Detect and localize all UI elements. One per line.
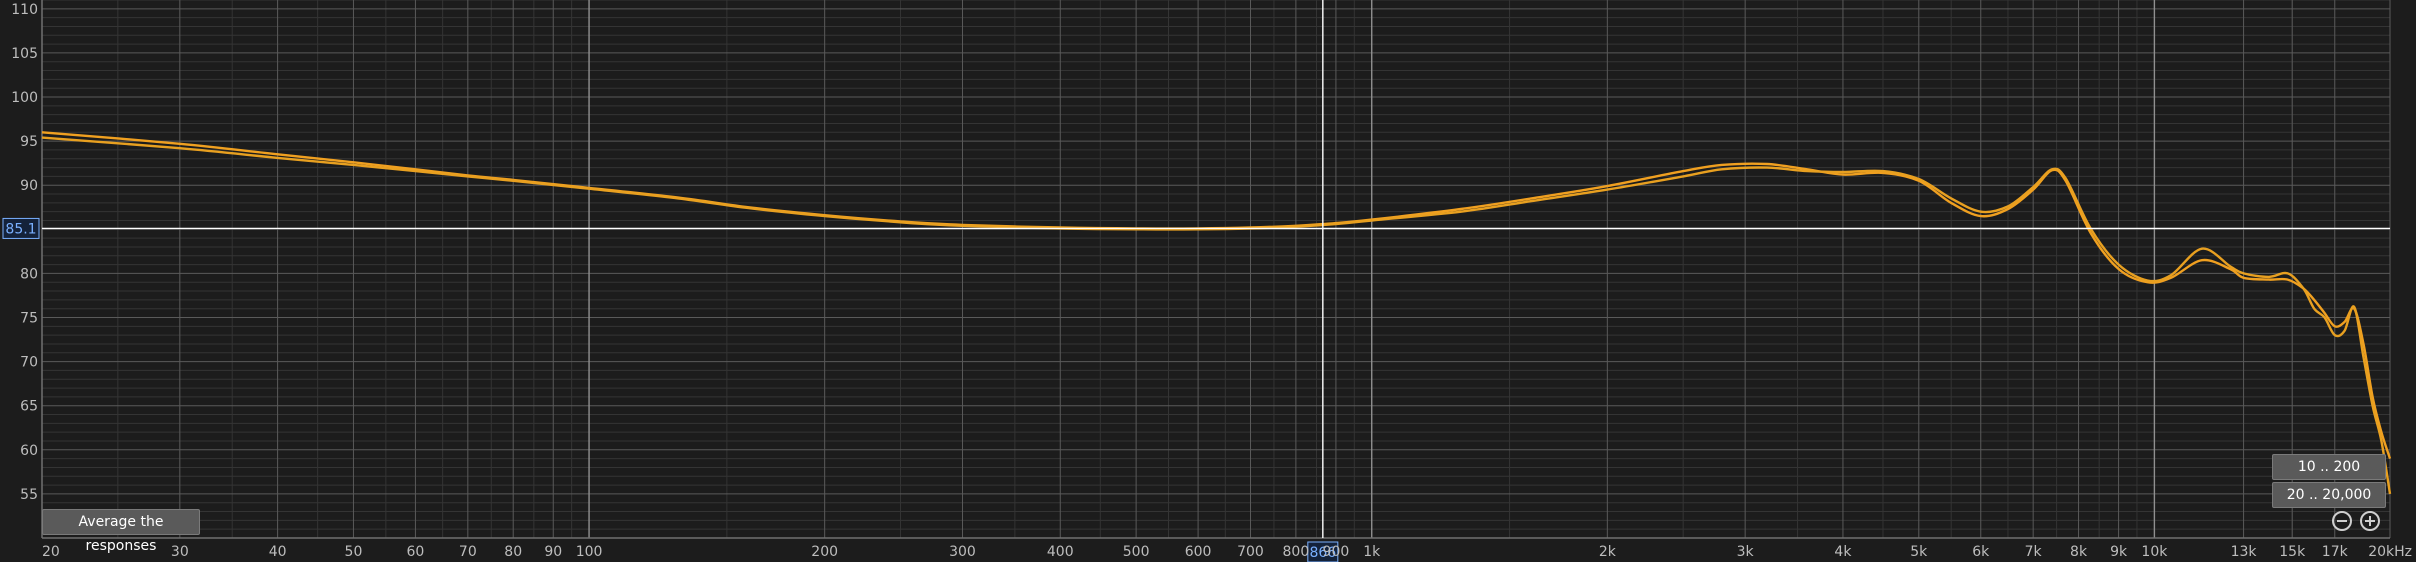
x-tick-label: 30 [171, 544, 189, 560]
y-tick-label: 110 [11, 2, 38, 18]
x-tick-label: 20 [42, 544, 60, 560]
y-tick-label: 75 [20, 311, 38, 327]
y-tick-label: 105 [11, 46, 38, 62]
x-tick-label: 70 [459, 544, 477, 560]
x-tick-label: 500 [1123, 544, 1150, 560]
x-tick-label: 13k [2231, 544, 2258, 560]
zoom-in-icon[interactable] [2360, 511, 2380, 531]
x-tick-label: 10k [2141, 544, 2168, 560]
x-tick-label: 7k [2025, 544, 2043, 560]
y-tick-label: 55 [20, 487, 38, 503]
range-20-20000-button[interactable]: 20 .. 20,000 [2272, 482, 2386, 508]
x-tick-label: 5k [1910, 544, 1928, 560]
x-tick-label: 40 [269, 544, 287, 560]
y-tick-label: 70 [20, 355, 38, 371]
x-tick-label: 17k [2322, 544, 2349, 560]
y-tick-label: 95 [20, 134, 38, 150]
x-tick-label: 1k [1363, 544, 1381, 560]
average-responses-button[interactable]: Average the responses [42, 509, 200, 554]
y-tick-label: 80 [20, 266, 38, 282]
x-tick-label: 20kHz [2368, 544, 2412, 560]
frequency-response-chart[interactable]: 85.1866 5560657075809095100105110 20 30 40… [0, 0, 2416, 562]
x-tick-label: 80 [504, 544, 522, 560]
x-tick-label: 3k [1737, 544, 1755, 560]
y-tick-label: 100 [11, 90, 38, 106]
x-tick-label: 8k [2070, 544, 2088, 560]
cursor-y-label: 85.1 [5, 221, 36, 237]
x-tick-label: 9k [2110, 544, 2128, 560]
x-tick-label: 60 [407, 544, 425, 560]
y-tick-label: 65 [20, 399, 38, 415]
x-tick-label: 300 [949, 544, 976, 560]
x-tick-label: 200 [811, 544, 838, 560]
x-tick-label: 700 [1237, 544, 1264, 560]
x-tick-label: 90 [544, 544, 562, 560]
zoom-out-icon[interactable] [2332, 511, 2352, 531]
x-tick-label: 15k [2279, 544, 2306, 560]
y-tick-label: 90 [20, 178, 38, 194]
x-tick-label: 400 [1047, 544, 1074, 560]
x-tick-label: 600 [1185, 544, 1212, 560]
y-tick-label: 60 [20, 443, 38, 459]
x-tick-label: 4k [1834, 544, 1852, 560]
x-tick-label: 100 [576, 544, 603, 560]
x-tick-label: 2k [1599, 544, 1617, 560]
x-tick-label: 6k [1972, 544, 1990, 560]
range-10-200-button[interactable]: 10 .. 200 [2272, 454, 2386, 480]
x-tick-label: 800 [1283, 544, 1310, 560]
x-tick-label: 900 [1323, 544, 1350, 560]
x-tick-label: 50 [345, 544, 363, 560]
plot-background [0, 0, 2416, 562]
